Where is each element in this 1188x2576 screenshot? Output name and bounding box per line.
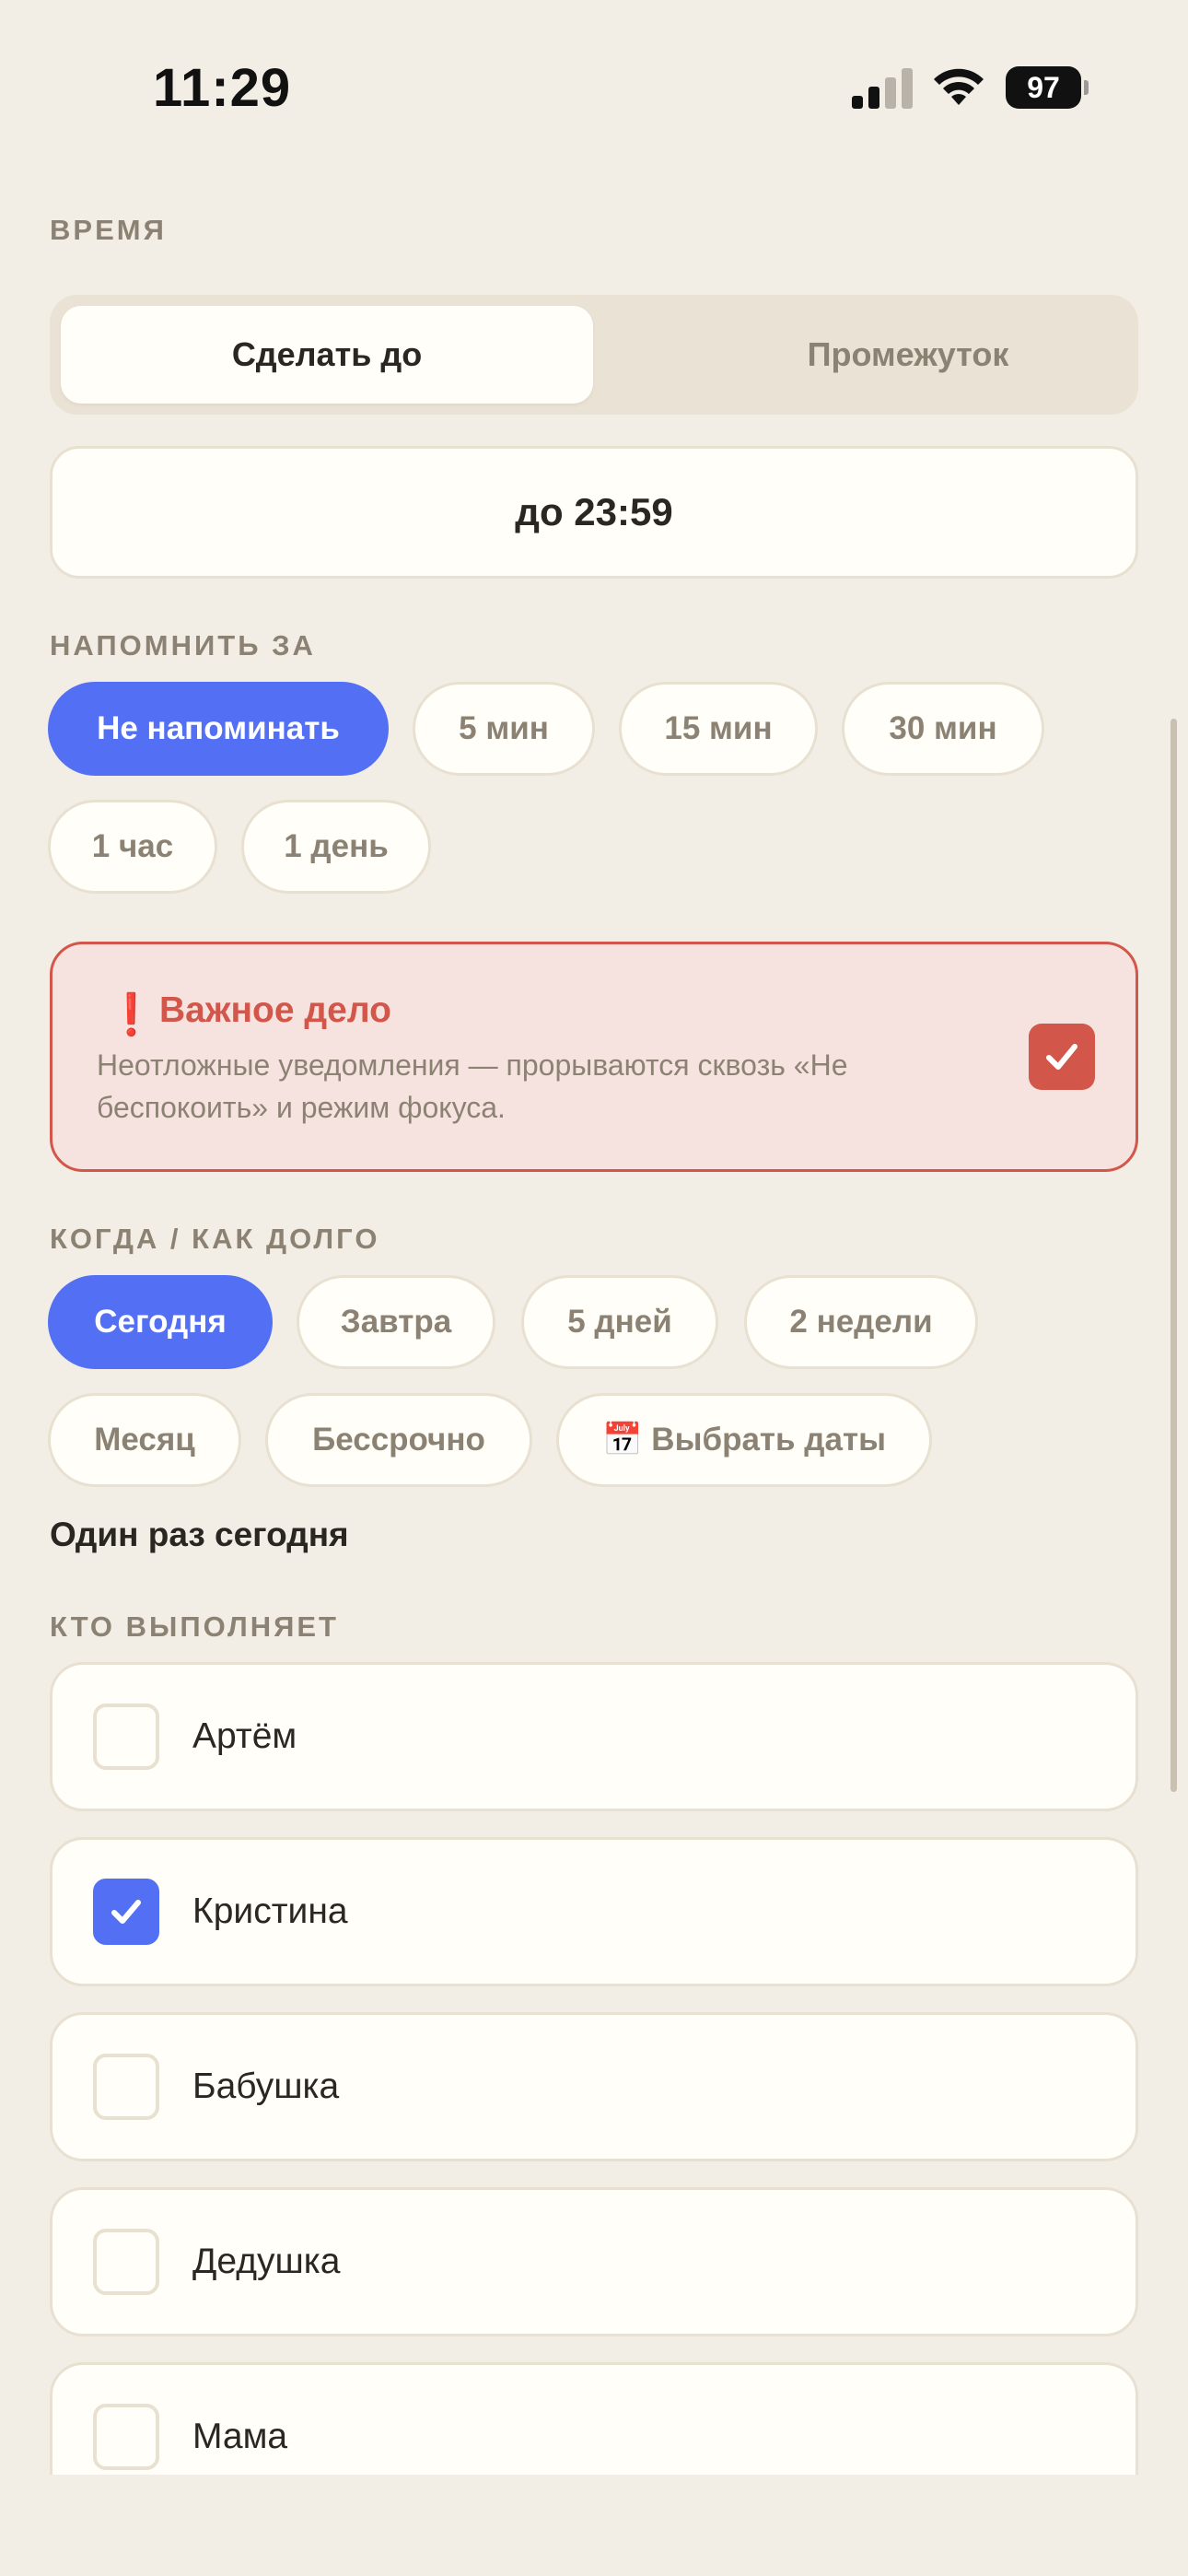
remind-option-5min[interactable]: 5 мин	[413, 682, 595, 776]
assignees-section-label: КТО ВЫПОЛНЯЕТ	[50, 1610, 339, 1643]
checkmark-icon	[1046, 1044, 1077, 1070]
remind-option-15min[interactable]: 15 мин	[619, 682, 818, 776]
assignee-name: Дедушка	[192, 2242, 341, 2281]
exclamation-icon: ❗	[106, 992, 157, 1037]
when-option-tomorrow[interactable]: Завтра	[297, 1275, 495, 1369]
assignee-checkbox[interactable]	[93, 1704, 159, 1770]
important-task-title: Важное дело	[159, 990, 391, 1030]
time-section-label: ВРЕМЯ	[50, 214, 167, 246]
when-option-forever[interactable]: Бессрочно	[265, 1393, 532, 1487]
scrollbar[interactable]	[1171, 719, 1177, 1792]
assignee-checkbox[interactable]	[93, 1879, 159, 1945]
important-task-card[interactable]: ❗ Важное дело Неотложные уведомления — п…	[50, 942, 1138, 1172]
deadline-time-picker[interactable]: до 23:59	[50, 446, 1138, 579]
checkmark-icon	[111, 1900, 141, 1924]
assignee-row-artyom[interactable]: Артём	[50, 1662, 1138, 1811]
assignee-row-kristina[interactable]: Кристина	[50, 1837, 1138, 1986]
remind-option-1hour[interactable]: 1 час	[48, 800, 217, 894]
assignee-name: Мама	[192, 2417, 288, 2456]
tab-do-by[interactable]: Сделать до	[61, 306, 593, 404]
assignee-name: Бабушка	[192, 2067, 340, 2106]
assignee-checkbox[interactable]	[93, 2054, 159, 2120]
when-option-pick-dates[interactable]: 📅 Выбрать даты	[556, 1393, 932, 1487]
assignee-checkbox[interactable]	[93, 2404, 159, 2470]
remind-option-none[interactable]: Не напоминать	[48, 682, 389, 776]
important-task-checkbox[interactable]	[1029, 1024, 1095, 1090]
remind-section-label: НАПОМНИТЬ ЗА	[50, 629, 316, 662]
remind-option-1day[interactable]: 1 день	[241, 800, 431, 894]
tab-interval[interactable]: Промежуток	[643, 306, 1173, 404]
when-option-month[interactable]: Месяц	[48, 1393, 241, 1487]
when-option-today[interactable]: Сегодня	[48, 1275, 273, 1369]
assignee-row-dedushka[interactable]: Дедушка	[50, 2187, 1138, 2336]
when-section-label: КОГДА / КАК ДОЛГО	[50, 1223, 380, 1255]
assignee-name: Артём	[192, 1716, 297, 1756]
assignee-name: Кристина	[192, 1891, 348, 1931]
form-scroll-area[interactable]: ВРЕМЯ Сделать до Промежуток до 23:59 НАП…	[0, 0, 1188, 2475]
assignee-row-babushka[interactable]: Бабушка	[50, 2012, 1138, 2161]
when-option-2weeks[interactable]: 2 недели	[744, 1275, 978, 1369]
assignee-row-mama[interactable]: Мама	[50, 2362, 1138, 2475]
deadline-mode-segmented-control[interactable]: Сделать до Промежуток	[50, 295, 1138, 415]
assignee-checkbox[interactable]	[93, 2229, 159, 2295]
schedule-summary: Один раз сегодня	[50, 1516, 349, 1553]
important-task-description: Неотложные уведомления — прорываются скв…	[97, 1048, 848, 1124]
remind-option-30min[interactable]: 30 мин	[842, 682, 1044, 776]
when-option-5days[interactable]: 5 дней	[521, 1275, 718, 1369]
